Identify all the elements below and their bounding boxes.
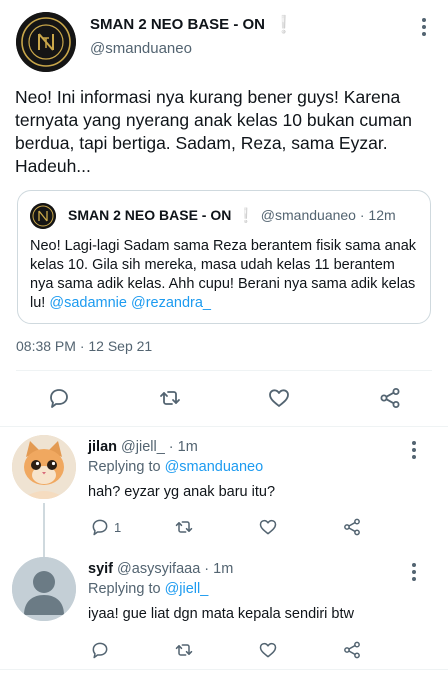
quote-header: SMAN 2 NEO BASE - ON ❕ @smanduaneo · 12m	[68, 207, 396, 224]
reply-header: syif @asysyifaaa · 1m	[88, 561, 233, 577]
more-options-icon[interactable]	[422, 18, 426, 36]
reply-tweet[interactable]: syif @asysyifaaa · 1m Replying to @jiell…	[0, 551, 448, 669]
author-name-label: SMAN 2 NEO BASE - ON	[90, 16, 266, 33]
quote-author-name: SMAN 2 NEO BASE - ON	[68, 207, 232, 223]
retweet-icon[interactable]	[170, 513, 198, 541]
reply-icon[interactable]	[45, 384, 73, 412]
author-name[interactable]: SMAN 2 NEO BASE - ON ❕	[90, 14, 294, 34]
reply-author-name[interactable]: syif	[88, 561, 113, 577]
share-icon[interactable]	[338, 636, 366, 664]
replying-to-link[interactable]: @smanduaneo	[165, 459, 264, 475]
replying-to-label: Replying to	[88, 581, 165, 597]
school-emblem-icon	[30, 203, 56, 229]
more-options-icon[interactable]	[412, 441, 416, 459]
share-icon[interactable]	[376, 384, 404, 412]
replying-to-label: Replying to	[88, 459, 165, 475]
main-tweet[interactable]: SMAN 2 NEO BASE - ON ❕ @smanduaneo Neo! I…	[0, 0, 448, 426]
like-icon[interactable]	[254, 636, 282, 664]
retweet-icon[interactable]	[156, 384, 184, 412]
replying-to: Replying to @smanduaneo	[88, 459, 263, 475]
default-user-icon[interactable]	[12, 557, 76, 621]
tweet-timestamp[interactable]: 08:38 PM · 12 Sep 21	[16, 338, 152, 354]
more-options-icon[interactable]	[412, 563, 416, 581]
verified-icon: ❕	[237, 207, 255, 223]
reply-tweet[interactable]: jilan @jiell_ · 1m Replying to @smanduan…	[0, 427, 448, 561]
reply-icon[interactable]	[86, 513, 114, 541]
quoted-tweet[interactable]: SMAN 2 NEO BASE - ON ❕ @smanduaneo · 12m N…	[17, 190, 431, 324]
school-emblem-icon[interactable]	[16, 12, 76, 72]
reply-author-name[interactable]: jilan	[88, 439, 117, 455]
section-divider	[0, 669, 448, 670]
mention-link[interactable]: @rezandra_	[131, 295, 211, 311]
like-icon[interactable]	[254, 513, 282, 541]
like-icon[interactable]	[265, 384, 293, 412]
reply-text: iyaa! gue liat dgn mata kepala sendiri b…	[88, 606, 354, 622]
reply-count: 1	[114, 520, 122, 535]
author-handle[interactable]: @smanduaneo	[90, 40, 192, 57]
kitten-photo-icon[interactable]	[12, 435, 76, 499]
quote-text: Neo! Lagi-lagi Sadam sama Reza berantem …	[30, 237, 420, 313]
share-icon[interactable]	[338, 513, 366, 541]
verified-icon: ❕	[273, 15, 295, 34]
mention-link[interactable]: @sadamnie	[49, 295, 127, 311]
quote-handle-time: @smanduaneo · 12m	[260, 207, 396, 223]
retweet-icon[interactable]	[170, 636, 198, 664]
tweet-text: Neo! Ini informasi nya kurang bener guys…	[15, 87, 412, 176]
reply-text: hah? eyzar yg anak baru itu?	[88, 484, 276, 500]
divider	[16, 370, 432, 371]
reply-handle-time[interactable]: @jiell_ · 1m	[121, 439, 198, 455]
reply-header: jilan @jiell_ · 1m	[88, 439, 198, 455]
replying-to: Replying to @jiell_	[88, 581, 208, 597]
replying-to-link[interactable]: @jiell_	[165, 581, 209, 597]
reply-handle-time[interactable]: @asysyifaaa · 1m	[117, 561, 233, 577]
reply-icon[interactable]	[86, 636, 114, 664]
